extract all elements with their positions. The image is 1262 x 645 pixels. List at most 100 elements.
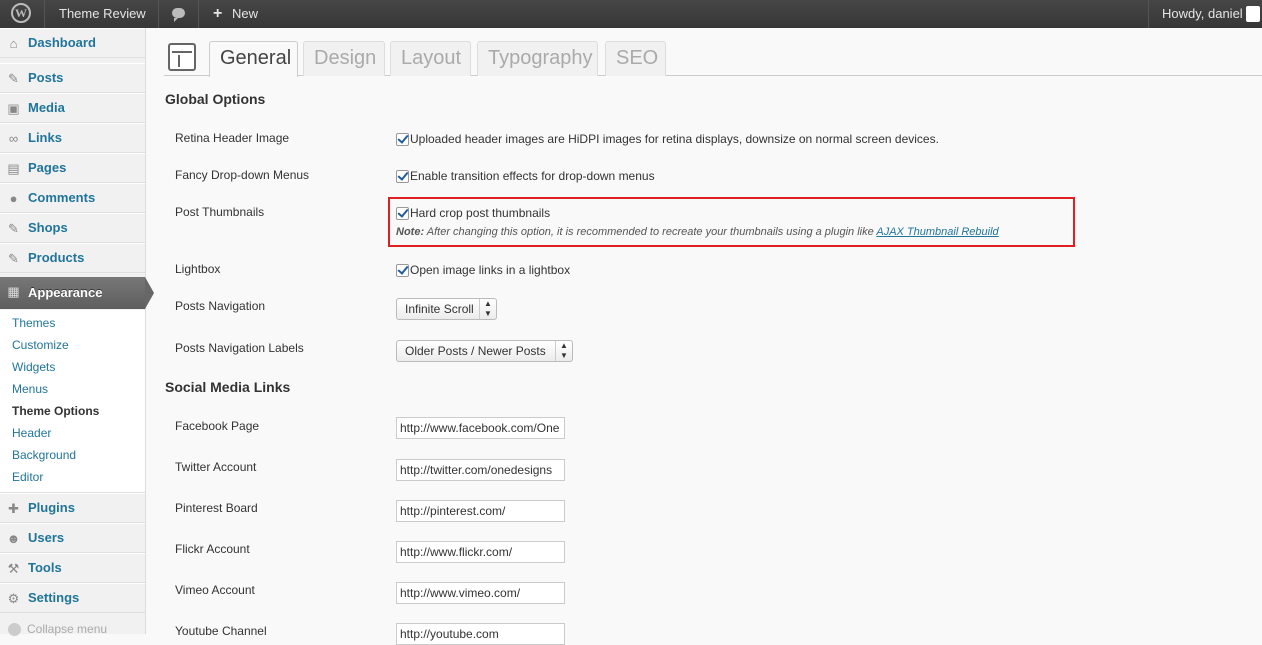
flickr-label: Flickr Account	[175, 542, 250, 556]
menu-item-shops[interactable]: ✎ Shops	[0, 213, 145, 243]
social-media-heading: Social Media Links	[165, 379, 291, 395]
post-thumbnails-label: Post Thumbnails	[175, 205, 265, 219]
menu-item-label: Links	[28, 130, 62, 145]
submenu-item-menus[interactable]: Menus	[12, 382, 48, 396]
menu-item-plugins[interactable]: ✚ Plugins	[0, 493, 145, 523]
retina-label: Retina Header Image	[175, 131, 290, 145]
comments-icon[interactable]	[172, 8, 185, 22]
submenu-item-theme-options[interactable]: Theme Options	[12, 404, 99, 418]
facebook-label: Facebook Page	[175, 419, 260, 433]
comment-icon: ●	[9, 191, 18, 206]
tab-seo[interactable]: SEO	[605, 41, 666, 76]
menu-item-label: Plugins	[28, 500, 75, 515]
menu-item-label: Users	[28, 530, 65, 545]
pinterest-label: Pinterest Board	[175, 501, 258, 515]
submenu-item-widgets[interactable]: Widgets	[12, 360, 55, 374]
plugin-icon: ✚	[8, 501, 19, 516]
lightbox-checkbox[interactable]	[396, 264, 409, 277]
menu-item-label: Pages	[28, 160, 67, 175]
users-icon: ☻	[6, 531, 21, 546]
submenu-item-themes[interactable]: Themes	[12, 316, 55, 330]
menu-item-media[interactable]: ▣ Media	[0, 93, 145, 123]
posts-navigation-value: Infinite Scroll	[405, 302, 474, 316]
facebook-input[interactable]: http://www.facebook.com/One	[396, 417, 565, 439]
appearance-icon: ▦	[7, 284, 20, 299]
menu-item-appearance[interactable]: ▦ Appearance	[0, 277, 154, 309]
site-name-link[interactable]: Theme Review	[59, 0, 146, 28]
lightbox-label: Lightbox	[175, 262, 221, 276]
lightbox-checkbox-label: Open image links in a lightbox	[410, 263, 571, 277]
posts-navigation-labels-value: Older Posts / Newer Posts	[405, 344, 546, 358]
highlight-box	[388, 197, 1075, 247]
submenu-item-background[interactable]: Background	[12, 448, 76, 462]
account-greeting[interactable]: Howdy, daniel	[1162, 0, 1243, 28]
tab-general[interactable]: General	[209, 41, 298, 77]
menu-item-comments[interactable]: ● Comments	[0, 183, 145, 213]
menu-item-label: Tools	[28, 560, 62, 575]
menu-item-dashboard[interactable]: ⌂ Dashboard	[0, 28, 145, 58]
vimeo-label: Vimeo Account	[175, 583, 255, 597]
vimeo-input[interactable]: http://www.vimeo.com/	[396, 582, 565, 604]
menu-item-users[interactable]: ☻ Users	[0, 523, 145, 553]
menu-item-label: Appearance	[28, 285, 103, 300]
new-content-link[interactable]: New	[232, 0, 258, 28]
appearance-submenu: Themes Customize Widgets Menus Theme Opt…	[0, 310, 145, 493]
fancy-dropdown-checkbox[interactable]	[396, 170, 409, 183]
submenu-item-header[interactable]: Header	[12, 426, 51, 440]
wordpress-logo-icon[interactable]: W	[11, 3, 31, 23]
dashboard-icon: ⌂	[9, 36, 18, 51]
fancy-dropdown-label: Fancy Drop-down Menus	[175, 168, 310, 182]
menu-item-pages[interactable]: ▤ Pages	[0, 153, 145, 183]
avatar[interactable]	[1246, 6, 1260, 22]
submenu-item-customize[interactable]: Customize	[12, 338, 69, 352]
menu-item-label: Dashboard	[28, 35, 96, 50]
menu-item-label: Shops	[28, 220, 68, 235]
menu-item-label: Media	[28, 100, 65, 115]
pushpin-icon: ✎	[8, 251, 19, 266]
twitter-label: Twitter Account	[175, 460, 257, 474]
collapse-menu-button[interactable]: Collapse menu	[8, 622, 107, 637]
menu-item-settings[interactable]: ⚙ Settings	[0, 583, 145, 613]
theme-options-icon	[168, 43, 196, 71]
menu-item-label: Settings	[28, 590, 80, 605]
youtube-label: Youtube Channel	[175, 624, 267, 638]
posts-navigation-label: Posts Navigation	[175, 299, 266, 313]
admin-bar: W Theme Review + New Howdy, daniel	[0, 0, 1262, 28]
global-options-heading: Global Options	[165, 91, 266, 107]
fancy-dropdown-checkbox-label: Enable transition effects for drop-down …	[410, 169, 655, 183]
posts-navigation-labels-label: Posts Navigation Labels	[175, 341, 304, 355]
settings-icon: ⚙	[7, 591, 20, 606]
twitter-input[interactable]: http://twitter.com/onedesigns	[396, 459, 565, 481]
youtube-input[interactable]: http://youtube.com	[396, 623, 565, 645]
adminbar-separator	[1148, 0, 1149, 28]
media-icon: ▣	[7, 101, 20, 116]
retina-checkbox[interactable]	[396, 133, 409, 146]
menu-item-label: Products	[28, 250, 85, 265]
pinterest-input[interactable]: http://pinterest.com/	[396, 500, 565, 522]
pushpin-icon: ✎	[8, 221, 19, 236]
menu-item-posts[interactable]: ✎ Posts	[0, 63, 145, 93]
theme-options-content: General Design Layout Typography SEO Glo…	[146, 28, 1262, 645]
pages-icon: ▤	[7, 161, 20, 176]
flickr-input[interactable]: http://www.flickr.com/	[396, 541, 565, 563]
menu-item-tools[interactable]: ⚒ Tools	[0, 553, 145, 583]
submenu-item-editor[interactable]: Editor	[12, 470, 43, 484]
select-arrows-icon: ▲ ▼	[479, 299, 496, 319]
menu-item-products[interactable]: ✎ Products	[0, 243, 145, 273]
retina-checkbox-label: Uploaded header images are HiDPI images …	[410, 132, 939, 146]
collapse-icon	[8, 623, 21, 637]
posts-navigation-select[interactable]: Infinite Scroll ▲ ▼	[396, 298, 497, 320]
tab-design[interactable]: Design	[303, 41, 385, 76]
tab-typography[interactable]: Typography	[477, 41, 598, 76]
admin-side-menu: ⌂ Dashboard ✎ Posts ▣ Media ∞ Links ▤ Pa…	[0, 28, 154, 637]
menu-item-label: Posts	[28, 70, 64, 85]
posts-navigation-labels-select[interactable]: Older Posts / Newer Posts ▲ ▼	[396, 340, 573, 362]
link-icon: ∞	[8, 131, 19, 146]
pushpin-icon: ✎	[8, 71, 19, 86]
tab-layout[interactable]: Layout	[390, 41, 471, 76]
plus-icon[interactable]: +	[213, 0, 222, 28]
adminbar-separator	[44, 0, 45, 28]
menu-item-label: Comments	[28, 190, 96, 205]
menu-item-links[interactable]: ∞ Links	[0, 123, 145, 153]
tools-icon: ⚒	[7, 561, 20, 576]
